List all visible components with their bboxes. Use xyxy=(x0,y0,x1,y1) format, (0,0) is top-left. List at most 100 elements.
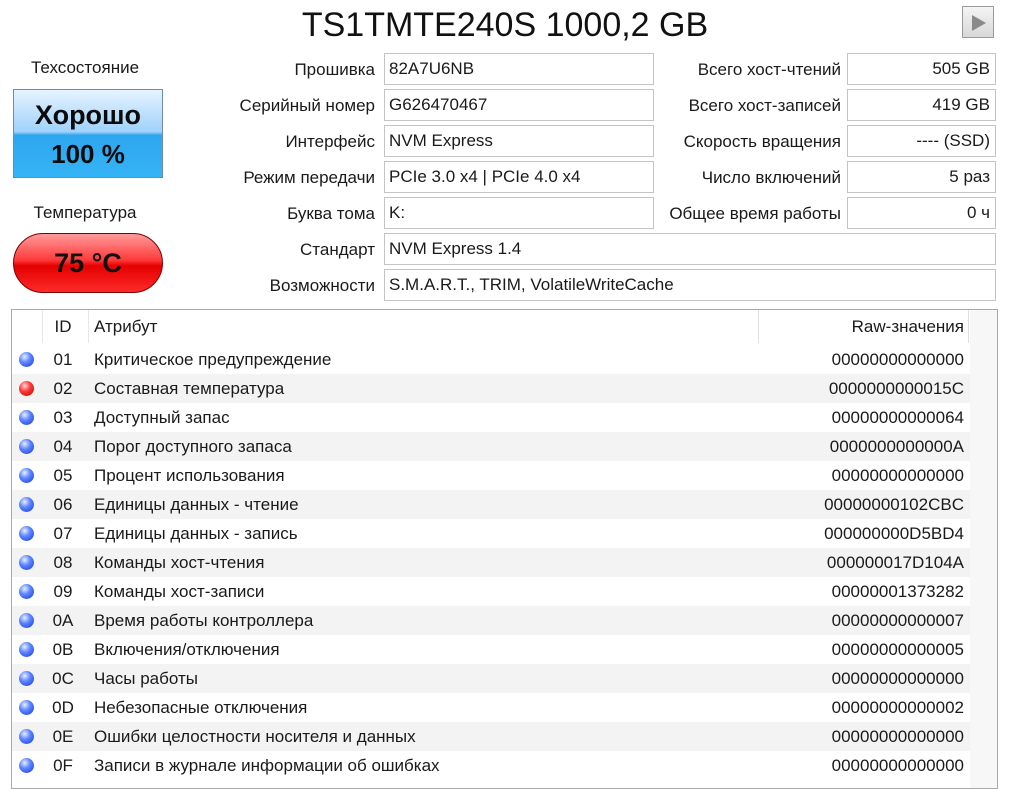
raw-value: 000000000D5BD4 xyxy=(824,524,964,543)
table-row[interactable]: 0A Время работы контроллера 00000000000007 xyxy=(12,606,970,635)
standard-label: Стандарт xyxy=(300,240,375,259)
status-blue-icon xyxy=(19,642,34,657)
raw-value: 00000000000000 xyxy=(831,669,964,688)
table-row[interactable]: 0D Небезопасные отключения 00000000000002 xyxy=(12,693,970,722)
table-row[interactable]: 0B Включения/отключения 00000000000005 xyxy=(12,635,970,664)
attribute-id: 0B xyxy=(52,640,74,659)
table-row[interactable]: 03 Доступный запас 00000000000064 xyxy=(12,403,970,432)
health-status-label: Техсостояние xyxy=(30,58,140,77)
column-header-id[interactable]: ID xyxy=(44,310,82,343)
raw-value: 0000000000000A xyxy=(829,437,964,456)
raw-value: 00000000000064 xyxy=(831,408,964,427)
standard-field[interactable]: NVM Express 1.4 xyxy=(384,233,996,265)
raw-value: 00000000000000 xyxy=(831,756,964,775)
raw-value: 00000000000007 xyxy=(831,611,964,630)
power-on-count-label: Число включений xyxy=(701,168,841,187)
transfer-mode-label: Режим передачи xyxy=(243,168,375,187)
power-on-count-field[interactable]: 5 раз xyxy=(847,161,996,193)
table-row[interactable]: 07 Единицы данных - запись 000000000D5BD4 xyxy=(12,519,970,548)
raw-value: 0000000000015C xyxy=(828,379,964,398)
status-blue-icon xyxy=(19,729,34,744)
drive-letter-field[interactable]: K: xyxy=(384,197,654,229)
features-field[interactable]: S.M.A.R.T., TRIM, VolatileWriteCache xyxy=(384,269,996,301)
attribute-name: Часы работы xyxy=(94,669,198,688)
table-header: ID Атрибут Raw-значения xyxy=(12,310,970,343)
table-row[interactable]: 09 Команды хост-записи 00000001373282 xyxy=(12,577,970,606)
status-blue-icon xyxy=(19,468,34,483)
health-status-value: Хорошо xyxy=(34,100,142,130)
table-scrollbar[interactable] xyxy=(970,310,997,788)
power-on-hours-label: Общее время работы xyxy=(669,204,841,223)
table-row[interactable]: 0F Записи в журнале информации об ошибках… xyxy=(12,751,970,780)
status-blue-icon xyxy=(19,671,34,686)
attribute-name: Доступный запас xyxy=(94,408,230,427)
table-row[interactable]: 02 Составная температура 0000000000015C xyxy=(12,374,970,403)
attribute-name: Единицы данных - запись xyxy=(94,524,298,543)
status-blue-icon xyxy=(19,613,34,628)
raw-value: 00000000000000 xyxy=(831,350,964,369)
interface-label: Интерфейс xyxy=(285,132,375,151)
attribute-id: 09 xyxy=(53,582,73,601)
table-row[interactable]: 05 Процент использования 00000000000000 xyxy=(12,461,970,490)
rotation-speed-label: Скорость вращения xyxy=(683,132,841,151)
host-writes-label: Всего хост-записей xyxy=(688,96,841,115)
status-blue-icon xyxy=(19,758,34,773)
raw-value: 00000000000005 xyxy=(831,640,964,659)
serial-number-field[interactable]: G626470467 xyxy=(384,89,654,121)
host-writes-field[interactable]: 419 GB xyxy=(847,89,996,121)
status-blue-icon xyxy=(19,352,34,367)
attribute-id: 02 xyxy=(53,379,73,398)
table-row[interactable]: 01 Критическое предупреждение 000000000000… xyxy=(12,345,970,374)
power-on-hours-field[interactable]: 0 ч xyxy=(847,197,996,229)
transfer-mode-field[interactable]: PCIe 3.0 x4 | PCIe 4.0 x4 xyxy=(384,161,654,193)
table-row[interactable]: 08 Команды хост-чтения 000000017D104A xyxy=(12,548,970,577)
interface-field[interactable]: NVM Express xyxy=(384,125,654,157)
table-row[interactable]: 04 Порог доступного запаса 0000000000000A xyxy=(12,432,970,461)
status-blue-icon xyxy=(19,439,34,454)
features-label: Возможности xyxy=(269,276,375,295)
host-reads-label: Всего хост-чтений xyxy=(697,60,841,79)
column-header-raw[interactable]: Raw-значения xyxy=(759,310,964,343)
raw-value: 00000001373282 xyxy=(831,582,964,601)
firmware-field[interactable]: 82A7U6NB xyxy=(384,53,654,85)
health-percent: 100 % xyxy=(51,139,125,169)
attribute-id: 08 xyxy=(53,553,73,572)
attribute-name: Включения/отключения xyxy=(94,640,280,659)
attribute-name: Записи в журнале информации об ошибках xyxy=(94,756,440,775)
firmware-label: Прошивка xyxy=(294,60,375,79)
next-drive-button[interactable] xyxy=(962,6,994,38)
status-blue-icon xyxy=(19,555,34,570)
host-reads-field[interactable]: 505 GB xyxy=(847,53,996,85)
attribute-name: Критическое предупреждение xyxy=(94,350,332,369)
attribute-id: 05 xyxy=(53,466,73,485)
status-blue-icon xyxy=(19,497,34,512)
raw-value: 00000000000002 xyxy=(831,698,964,717)
health-status-badge[interactable]: Хорошо 100 % xyxy=(13,89,163,178)
temperature-label: Температура xyxy=(33,203,137,222)
table-row[interactable]: 0E Ошибки целостности носителя и данных 00… xyxy=(12,722,970,751)
rotation-speed-field[interactable]: ---- (SSD) xyxy=(847,125,996,157)
column-header-attribute[interactable]: Атрибут xyxy=(94,310,157,343)
raw-value: 00000000000000 xyxy=(831,727,964,746)
attribute-id: 04 xyxy=(53,437,73,456)
status-blue-icon xyxy=(19,410,34,425)
drive-letter-label: Буква тома xyxy=(287,204,375,223)
table-row[interactable]: 06 Единицы данных - чтение 00000000102CBC xyxy=(12,490,970,519)
attribute-name: Порог доступного запаса xyxy=(94,437,292,456)
attribute-name: Единицы данных - чтение xyxy=(94,495,299,514)
attribute-name: Ошибки целостности носителя и данных xyxy=(94,727,416,746)
temperature-badge[interactable]: 75 °C xyxy=(13,233,163,293)
attribute-id: 07 xyxy=(53,524,73,543)
attribute-id: 06 xyxy=(53,495,73,514)
column-divider xyxy=(42,310,43,343)
attribute-id: 01 xyxy=(53,350,73,369)
column-divider xyxy=(88,310,89,343)
raw-value: 00000000000000 xyxy=(831,466,964,485)
raw-value: 00000000102CBC xyxy=(824,495,964,514)
smart-attributes-table[interactable]: ID Атрибут Raw-значения 01 Критическое пр… xyxy=(11,309,998,789)
table-row[interactable]: 0C Часы работы 00000000000000 xyxy=(12,664,970,693)
table-body: 01 Критическое предупреждение 000000000000… xyxy=(12,345,970,780)
attribute-name: Время работы контроллера xyxy=(94,611,314,630)
status-blue-icon xyxy=(19,584,34,599)
attribute-id: 03 xyxy=(53,408,73,427)
